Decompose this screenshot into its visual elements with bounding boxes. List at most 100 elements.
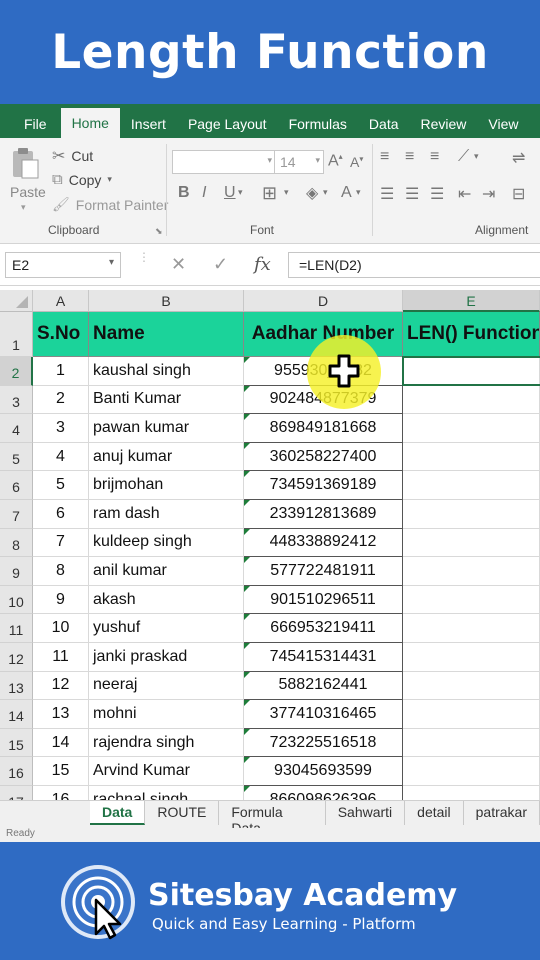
cell-len[interactable] xyxy=(403,557,540,586)
cell-name[interactable]: ram dash xyxy=(89,500,244,529)
sheet-tab-formula-data[interactable]: Formula Data xyxy=(219,801,326,836)
cell-name[interactable]: kuldeep singh xyxy=(89,528,244,558)
column-header-a[interactable]: A xyxy=(33,290,89,312)
cell-sno[interactable]: 8 xyxy=(33,557,89,586)
decrease-font-icon[interactable]: A▾ xyxy=(350,154,363,170)
cell-aadhar[interactable]: 723225516518 xyxy=(244,728,403,758)
clipboard-launcher-icon[interactable]: ⬊ xyxy=(155,226,163,237)
cell-name[interactable]: pawan kumar xyxy=(89,414,244,443)
increase-indent-icon[interactable]: ⇥ xyxy=(482,184,495,204)
cell-name[interactable]: neeraj xyxy=(89,671,244,701)
cell-aadhar[interactable]: 5882162441 xyxy=(244,671,403,701)
cell-name[interactable]: mohni xyxy=(89,700,244,729)
fill-color-icon[interactable]: ◈ xyxy=(306,183,318,203)
cell-len[interactable] xyxy=(403,528,540,558)
formula-input[interactable]: =LEN(D2) xyxy=(288,252,540,278)
align-right-icon[interactable]: ☰ xyxy=(430,184,444,204)
header-sno[interactable]: S.No xyxy=(33,312,89,357)
cell-sno[interactable]: 1 xyxy=(33,357,89,386)
cell-len[interactable] xyxy=(403,757,540,786)
align-center-icon[interactable]: ☰ xyxy=(405,184,419,204)
row-header[interactable]: 10 xyxy=(0,585,33,615)
cell-len[interactable] xyxy=(403,414,540,443)
row-header[interactable]: 2 xyxy=(0,357,33,386)
cell-sno[interactable]: 5 xyxy=(33,471,89,500)
copy-button[interactable]: ⧉ Copy ▾ xyxy=(52,171,112,188)
row-header[interactable]: 8 xyxy=(0,528,33,558)
borders-dropdown-icon[interactable]: ▾ xyxy=(284,187,289,198)
align-top-icon[interactable]: ≡ xyxy=(380,148,389,166)
paste-button[interactable]: Paste xyxy=(10,184,46,200)
tab-file[interactable]: File xyxy=(0,110,61,138)
row-header[interactable]: 14 xyxy=(0,700,33,729)
sheet-tab-detail[interactable]: detail xyxy=(405,801,464,825)
cell-sno[interactable]: 13 xyxy=(33,700,89,729)
sheet-tab-route[interactable]: ROUTE xyxy=(145,801,220,825)
row-header[interactable]: 17 xyxy=(0,786,33,800)
cell-sno[interactable]: 15 xyxy=(33,757,89,786)
insert-function-icon[interactable]: fx xyxy=(254,254,271,275)
cancel-icon[interactable]: ✕ xyxy=(171,254,186,275)
tab-formulas[interactable]: Formulas xyxy=(278,110,358,138)
cell-aadhar[interactable]: 734591369189 xyxy=(244,471,403,500)
underline-dropdown-icon[interactable]: ▾ xyxy=(238,187,243,198)
cell-sno[interactable]: 11 xyxy=(33,643,89,672)
tab-page-layout[interactable]: Page Layout xyxy=(177,110,278,138)
cell-sno[interactable]: 6 xyxy=(33,500,89,529)
row-header[interactable]: 6 xyxy=(0,471,33,500)
cell-sno[interactable]: 7 xyxy=(33,528,89,558)
cell-aadhar[interactable]: 866098626396 xyxy=(244,786,403,800)
cell-len[interactable] xyxy=(403,385,540,415)
cell-aadhar[interactable]: 666953219411 xyxy=(244,614,403,643)
cell-sno[interactable]: 3 xyxy=(33,414,89,443)
increase-font-icon[interactable]: A▴ xyxy=(328,152,343,170)
cell-len[interactable] xyxy=(403,442,540,472)
cell-len[interactable] xyxy=(403,728,540,758)
row-header[interactable]: 7 xyxy=(0,500,33,529)
bold-icon[interactable]: B xyxy=(178,184,190,202)
orientation-dropdown-icon[interactable]: ▾ xyxy=(474,151,479,162)
header-len-function[interactable]: LEN() Function xyxy=(403,312,540,357)
cell-len[interactable] xyxy=(403,786,540,800)
font-name-select[interactable]: ▾ xyxy=(172,150,276,174)
row-header[interactable]: 11 xyxy=(0,614,33,643)
cell-len[interactable] xyxy=(403,585,540,615)
cell-name[interactable]: rajendra singh xyxy=(89,728,244,758)
tab-data[interactable]: Data xyxy=(358,110,410,138)
cell-name[interactable]: anuj kumar xyxy=(89,442,244,472)
align-left-icon[interactable]: ☰ xyxy=(380,184,394,204)
cell-name[interactable]: rachnal singh xyxy=(89,786,244,800)
italic-icon[interactable]: I xyxy=(202,184,206,202)
column-header-e[interactable]: E xyxy=(403,290,540,312)
copy-dropdown-icon[interactable]: ▾ xyxy=(107,174,112,185)
tab-view[interactable]: View xyxy=(477,110,529,138)
cell-aadhar[interactable]: 745415314431 xyxy=(244,643,403,672)
cell-name[interactable]: akash xyxy=(89,585,244,615)
font-color-dropdown-icon[interactable]: ▾ xyxy=(356,187,361,198)
row-header[interactable]: 1 xyxy=(0,312,33,357)
cell-len[interactable] xyxy=(403,614,540,643)
cell-len[interactable] xyxy=(403,471,540,500)
orientation-icon[interactable]: ⟋ xyxy=(458,148,469,166)
row-header[interactable]: 3 xyxy=(0,385,33,415)
sheet-tab-patrakar[interactable]: patrakar xyxy=(464,801,540,825)
cell-sno[interactable]: 16 xyxy=(33,786,89,800)
cell-aadhar[interactable]: 869849181668 xyxy=(244,414,403,443)
cell-len[interactable] xyxy=(403,700,540,729)
cell-aadhar[interactable]: 377410316465 xyxy=(244,700,403,729)
row-header[interactable]: 5 xyxy=(0,442,33,472)
cell-sno[interactable]: 2 xyxy=(33,385,89,415)
cell-sno[interactable]: 9 xyxy=(33,585,89,615)
select-all-corner[interactable] xyxy=(0,290,33,312)
paste-dropdown-icon[interactable]: ▾ xyxy=(21,202,26,213)
cell-sno[interactable]: 10 xyxy=(33,614,89,643)
cell-len[interactable] xyxy=(403,671,540,701)
header-name[interactable]: Name xyxy=(89,312,244,357)
cell-aadhar[interactable]: 93045693599 xyxy=(244,757,403,786)
merge-center-icon[interactable]: ⊟ xyxy=(512,184,525,204)
cell-sno[interactable]: 4 xyxy=(33,442,89,472)
cell-aadhar[interactable]: 233912813689 xyxy=(244,500,403,529)
format-painter-button[interactable]: 🖌 Format Painter xyxy=(52,196,168,213)
font-color-icon[interactable]: A xyxy=(341,184,352,202)
cell-aadhar[interactable]: 448338892412 xyxy=(244,528,403,558)
